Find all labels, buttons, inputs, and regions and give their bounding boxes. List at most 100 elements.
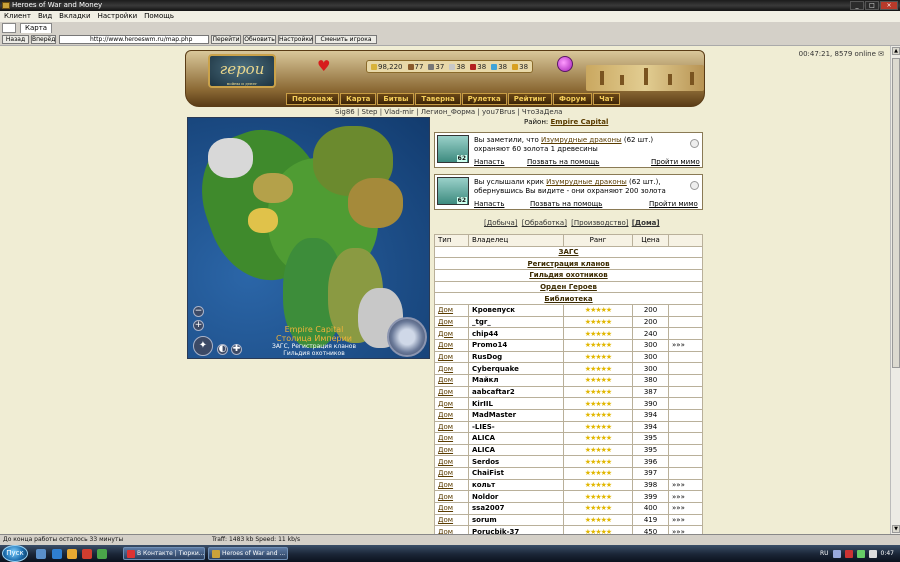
- ie-icon[interactable]: [52, 549, 62, 559]
- map-objects-icon[interactable]: ✚: [231, 344, 242, 355]
- nav-character[interactable]: Персонаж: [286, 93, 340, 105]
- owner-name[interactable]: KirIIL: [468, 397, 564, 410]
- monster-link[interactable]: Изумрудные драконы: [546, 178, 627, 186]
- owner-name[interactable]: -LIES-: [468, 420, 564, 434]
- world-map[interactable]: − + ✦ ◐ ✚ Empire Capital Столица Империи …: [187, 117, 430, 359]
- more-link[interactable]: »»»: [668, 478, 703, 492]
- nav-chat[interactable]: Чат: [593, 93, 620, 105]
- house-type-link[interactable]: Дом: [434, 350, 469, 364]
- monster-link[interactable]: Изумрудные драконы: [541, 136, 622, 144]
- house-type-link[interactable]: Дом: [434, 432, 469, 445]
- scroll-thumb[interactable]: [892, 58, 900, 368]
- nav-rating[interactable]: Рейтинг: [507, 93, 553, 105]
- call-help-link[interactable]: Позвать на помощь: [527, 158, 599, 166]
- menu-view[interactable]: Вид: [38, 11, 52, 22]
- page-scrollbar[interactable]: ▲ ▼: [890, 46, 900, 534]
- settings-button[interactable]: Настройки: [278, 35, 313, 44]
- more-link[interactable]: »»»: [668, 490, 703, 504]
- more-link[interactable]: »»»: [668, 338, 703, 352]
- owner-name[interactable]: chip44: [468, 327, 564, 340]
- go-button[interactable]: Перейти: [211, 35, 241, 44]
- more-link[interactable]: »»»: [668, 502, 703, 515]
- house-type-link[interactable]: Дом: [434, 525, 469, 534]
- more-link[interactable]: [668, 327, 703, 340]
- owner-name[interactable]: Serdos: [468, 455, 564, 469]
- nav-forum[interactable]: Форум: [553, 93, 593, 105]
- owner-name[interactable]: RusDog: [468, 350, 564, 364]
- house-type-link[interactable]: Дом: [434, 385, 469, 399]
- forward-button[interactable]: Вперёд: [31, 35, 56, 44]
- owner-name[interactable]: ALICA: [468, 443, 564, 457]
- nav-map[interactable]: Карта: [340, 93, 377, 105]
- compass-icon[interactable]: ✦: [193, 336, 213, 356]
- more-link[interactable]: [668, 350, 703, 364]
- call-help-link[interactable]: Позвать на помощь: [530, 200, 602, 208]
- page-icon[interactable]: [2, 23, 16, 33]
- tab-map[interactable]: Карта: [20, 23, 53, 33]
- owner-name[interactable]: ChaiFist: [468, 467, 564, 480]
- house-type-link[interactable]: Дом: [434, 303, 469, 317]
- district-name[interactable]: Empire Capital: [551, 118, 609, 126]
- scroll-down-icon[interactable]: ▼: [892, 525, 900, 533]
- taskbar-item-heroes[interactable]: Heroes of War and ...: [208, 547, 288, 560]
- close-event-icon[interactable]: [690, 181, 699, 190]
- filter-houses[interactable]: [Дома]: [632, 219, 660, 227]
- filter-processing[interactable]: [Обработка]: [522, 219, 567, 227]
- more-link[interactable]: [668, 385, 703, 399]
- zoom-in-icon[interactable]: +: [193, 320, 204, 331]
- more-link[interactable]: [668, 432, 703, 445]
- help-icon[interactable]: [832, 549, 841, 558]
- more-link[interactable]: »»»: [668, 525, 703, 534]
- explorer-icon[interactable]: [67, 549, 77, 559]
- house-type-link[interactable]: Дом: [434, 420, 469, 434]
- emerald-dragon-icon[interactable]: 62: [437, 135, 469, 163]
- house-type-link[interactable]: Дом: [434, 327, 469, 340]
- more-link[interactable]: »»»: [668, 513, 703, 527]
- flag-icon[interactable]: [844, 549, 853, 558]
- section-link[interactable]: Гильдия охотников: [434, 268, 703, 282]
- house-type-link[interactable]: Дом: [434, 315, 469, 329]
- more-link[interactable]: [668, 397, 703, 410]
- zoom-out-icon[interactable]: −: [193, 306, 204, 317]
- nav-tavern[interactable]: Таверна: [415, 93, 461, 105]
- owner-name[interactable]: кольт: [468, 478, 564, 492]
- show-desktop-icon[interactable]: [36, 549, 46, 559]
- taskbar-item-vkontakte[interactable]: В Контакте | Тюрки...: [123, 547, 205, 560]
- opera-icon[interactable]: [82, 549, 92, 559]
- owner-name[interactable]: aabcaftar2: [468, 385, 564, 399]
- map-mode-icon[interactable]: ◐: [217, 344, 228, 355]
- house-type-link[interactable]: Дом: [434, 455, 469, 469]
- more-link[interactable]: [668, 303, 703, 317]
- section-link[interactable]: Библиотека: [434, 292, 703, 305]
- network-icon[interactable]: [856, 549, 865, 558]
- owner-name[interactable]: Cyberquake: [468, 362, 564, 375]
- house-type-link[interactable]: Дом: [434, 513, 469, 527]
- attack-link[interactable]: Напасть: [474, 158, 504, 166]
- house-type-link[interactable]: Дом: [434, 338, 469, 352]
- language-indicator[interactable]: RU: [820, 550, 829, 557]
- nav-roulette[interactable]: Рулетка: [461, 93, 507, 105]
- pass-by-link[interactable]: Пройти мимо: [651, 158, 700, 166]
- player-links[interactable]: Sig86 | Step | Vlad-mir | Легион_Форма |…: [335, 108, 562, 116]
- more-link[interactable]: [668, 408, 703, 422]
- house-type-link[interactable]: Дом: [434, 443, 469, 457]
- attack-link[interactable]: Напасть: [474, 200, 504, 208]
- volume-icon[interactable]: [868, 549, 877, 558]
- owner-name[interactable]: Кровепуск: [468, 303, 564, 317]
- back-button[interactable]: Назад: [2, 35, 29, 44]
- close-icon[interactable]: ×: [880, 1, 898, 10]
- mail-icon[interactable]: ✉: [878, 50, 884, 58]
- owner-name[interactable]: sorum: [468, 513, 564, 527]
- owner-name[interactable]: Promo14: [468, 338, 564, 352]
- house-type-link[interactable]: Дом: [434, 362, 469, 375]
- minimize-icon[interactable]: _: [850, 1, 864, 10]
- media-player-icon[interactable]: [97, 549, 107, 559]
- owner-name[interactable]: Майкл: [468, 373, 564, 387]
- house-type-link[interactable]: Дом: [434, 490, 469, 504]
- menu-tabs[interactable]: Вкладки: [59, 11, 90, 22]
- house-type-link[interactable]: Дом: [434, 408, 469, 422]
- filter-production[interactable]: [Производство]: [571, 219, 628, 227]
- pass-by-link[interactable]: Пройти мимо: [649, 200, 698, 208]
- house-type-link[interactable]: Дом: [434, 397, 469, 410]
- close-event-icon[interactable]: [690, 139, 699, 148]
